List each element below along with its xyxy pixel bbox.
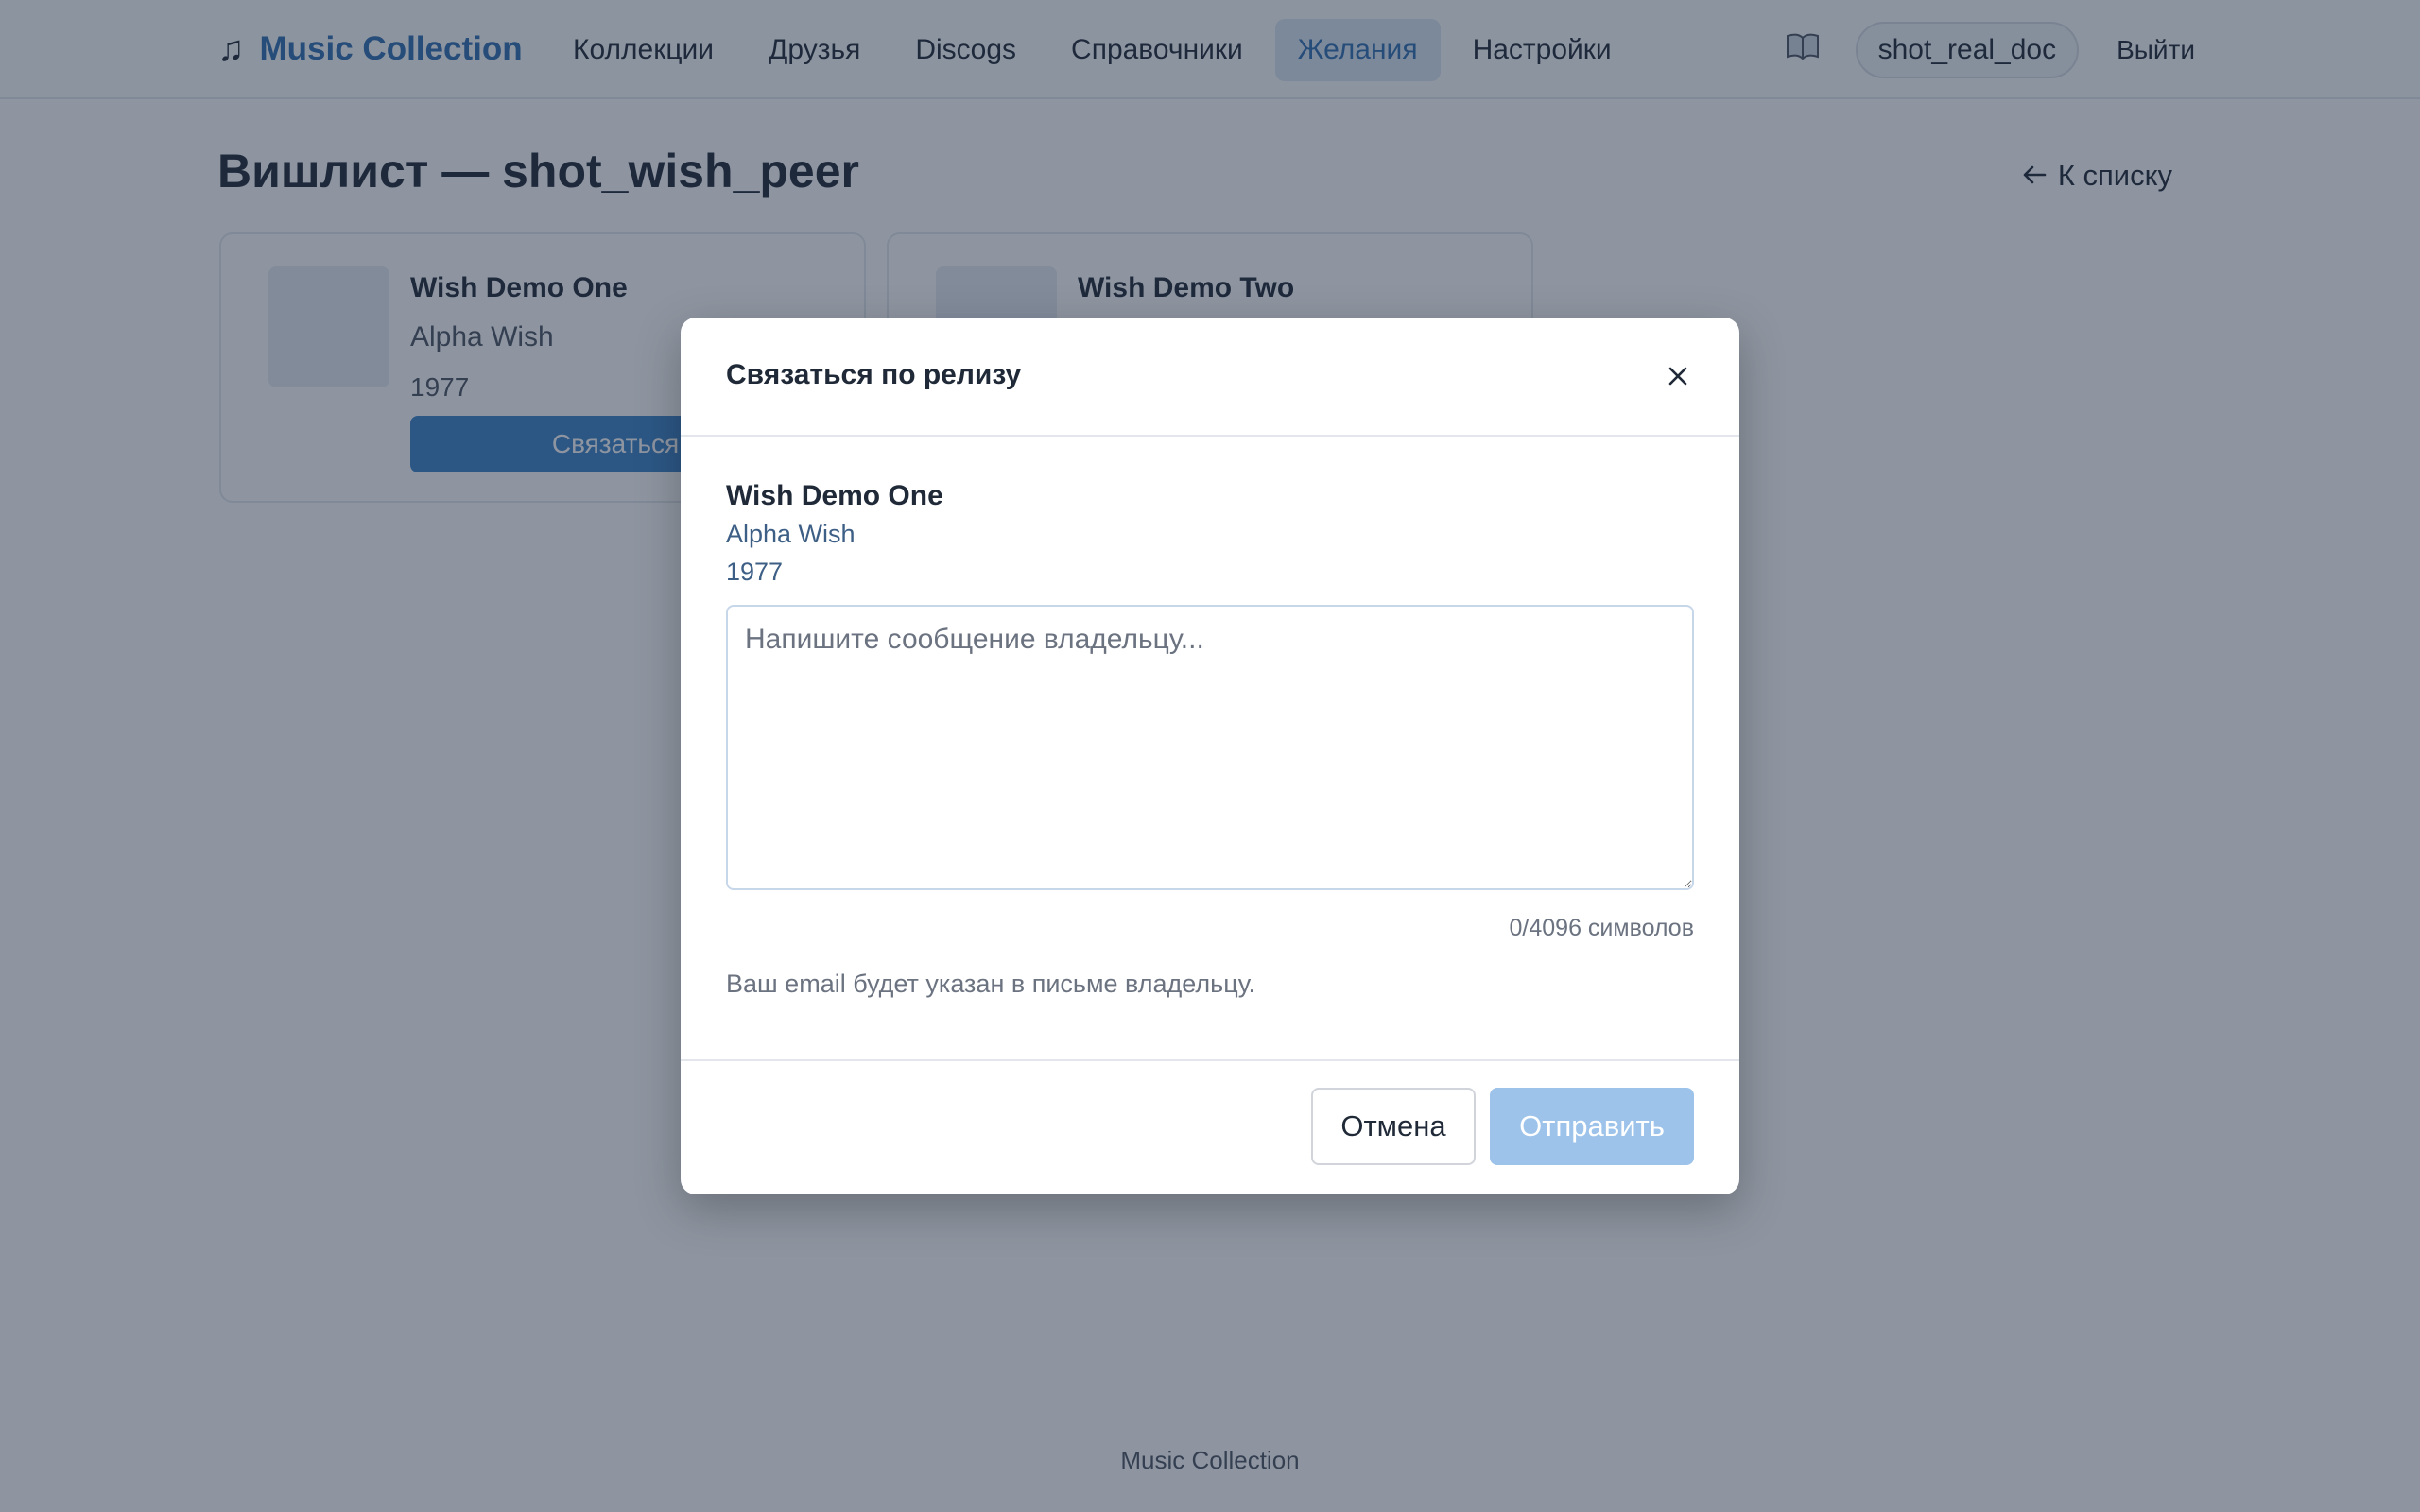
release-year: 1977 (726, 558, 784, 586)
contact-modal: Связаться по релизу Wish Demo One Alpha … (681, 318, 1739, 1194)
char-counter: 0/4096 символов (1509, 915, 1694, 941)
modal-footer: Отмена Отправить (681, 1059, 1739, 1194)
cancel-button[interactable]: Отмена (1311, 1088, 1476, 1165)
email-note: Ваш email будет указан в письме владельц… (726, 970, 1255, 998)
modal-header: Связаться по релизу (681, 318, 1739, 437)
send-button[interactable]: Отправить (1490, 1088, 1694, 1165)
release-title: Wish Demo One (726, 480, 943, 511)
modal-close-button[interactable] (1654, 353, 1702, 401)
close-icon (1668, 366, 1688, 389)
release-artist: Alpha Wish (726, 520, 856, 548)
message-textarea[interactable] (726, 605, 1694, 890)
modal-title: Связаться по релизу (726, 359, 1022, 390)
